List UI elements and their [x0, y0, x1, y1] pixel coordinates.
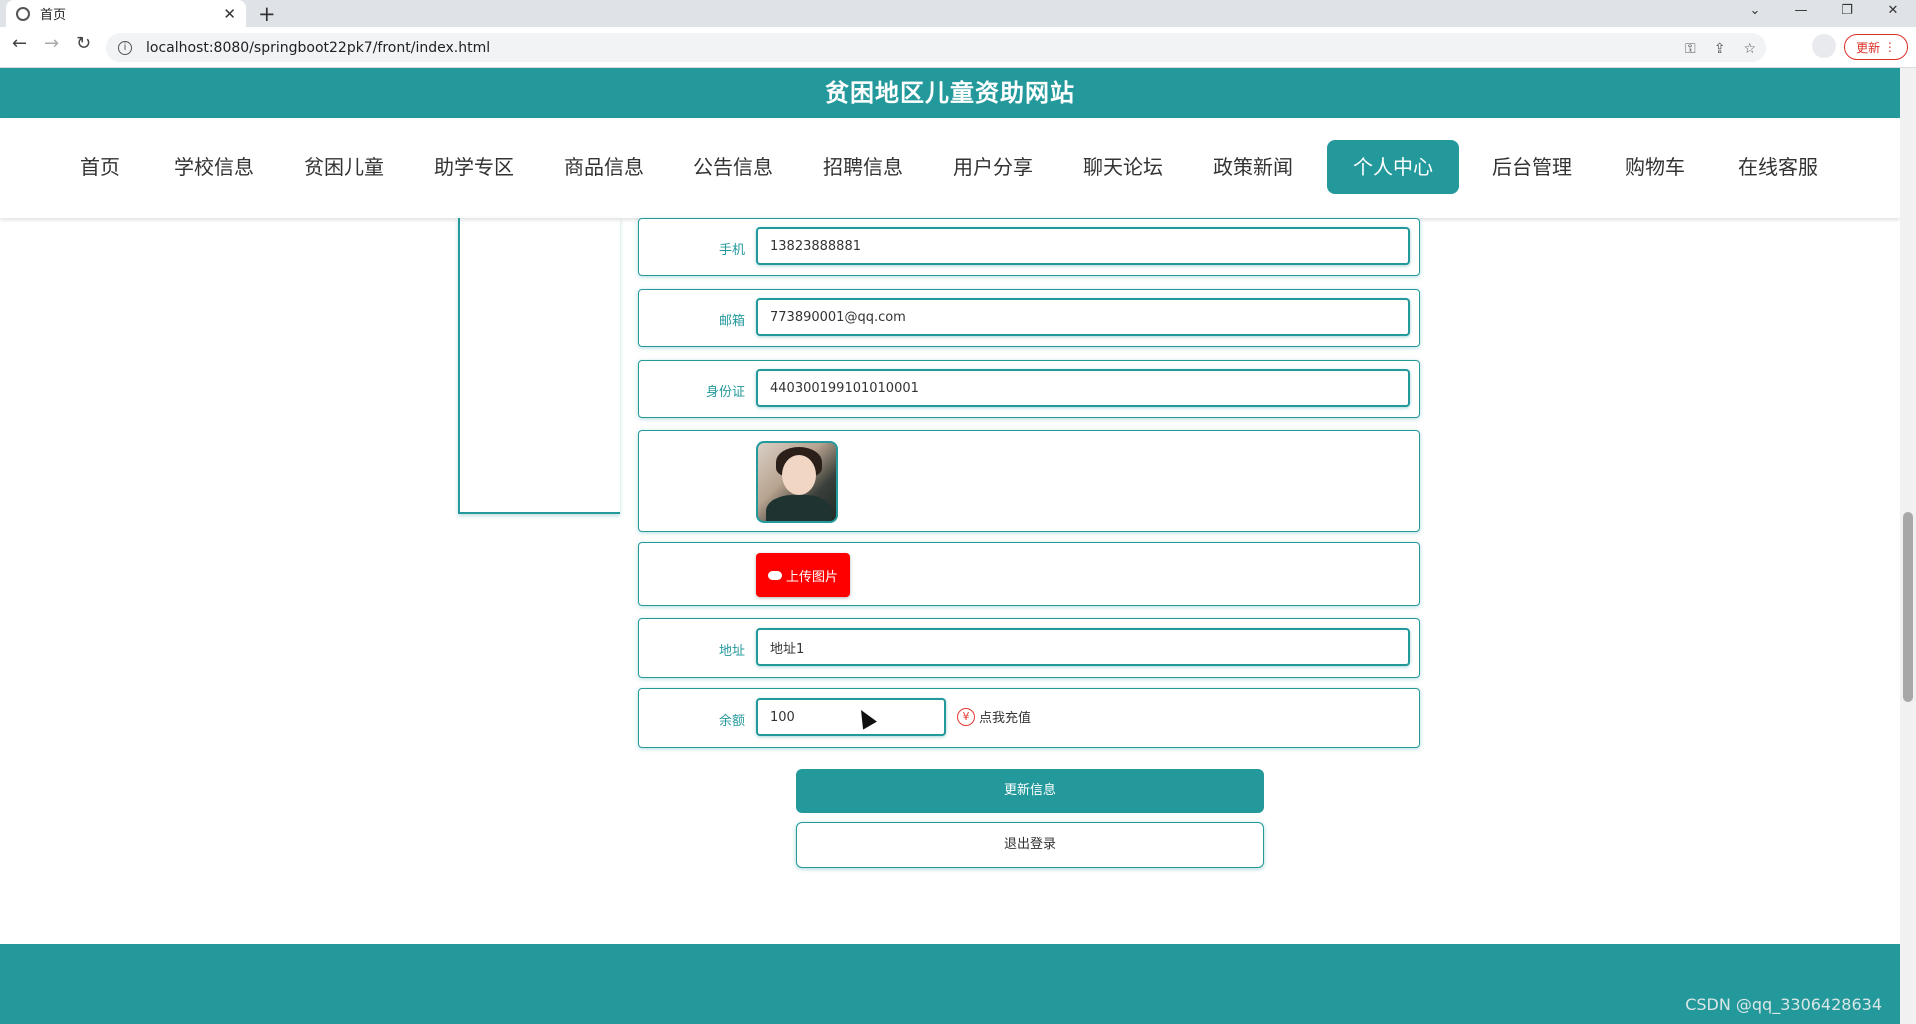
browser-update-button[interactable]: 更新 ⋮ — [1844, 34, 1908, 60]
idcard-label: 身份证 — [705, 385, 745, 400]
bookmark-star-icon[interactable]: ☆ — [1743, 41, 1756, 57]
window-controls: ⌄ — ❐ ✕ — [1732, 0, 1916, 27]
nav-item-goods[interactable]: 商品信息 — [554, 140, 654, 194]
side-menu-panel — [458, 218, 620, 514]
site-title: 贫困地区儿童资助网站 — [0, 68, 1900, 118]
address-bar[interactable]: i localhost:8080/springboot22pk7/front/i… — [106, 33, 1766, 62]
avatar-coat-shape — [766, 495, 832, 521]
nav-item-study-aid[interactable]: 助学专区 — [424, 140, 524, 194]
recharge-label: 点我充值 — [979, 711, 1032, 726]
browser-toolbar: ← → ↻ i localhost:8080/springboot22pk7/f… — [0, 27, 1916, 68]
close-tab-icon[interactable]: ✕ — [223, 5, 236, 23]
reload-icon[interactable]: ↻ — [76, 33, 91, 54]
yen-icon: ¥ — [957, 707, 975, 726]
key-icon[interactable]: ⚿ — [1685, 41, 1696, 57]
nav-item-personal-center[interactable]: 个人中心 — [1327, 140, 1459, 194]
email-row: 邮箱 773890001@qq.com — [638, 289, 1420, 347]
avatar-row — [638, 430, 1420, 532]
phone-row: 手机 13823888881 — [638, 218, 1420, 276]
site-info-icon[interactable]: i — [118, 40, 132, 55]
balance-row: 余额 100 ¥ 点我充值 — [638, 688, 1420, 748]
nav-item-cart[interactable]: 购物车 — [1612, 140, 1698, 194]
page-scrollbar[interactable] — [1900, 68, 1916, 1024]
restore-icon[interactable]: ❐ — [1824, 0, 1870, 27]
avatar-photo — [756, 441, 838, 523]
nav-item-jobs[interactable]: 招聘信息 — [813, 140, 913, 194]
idcard-row: 身份证 440300199101010001 — [638, 360, 1420, 418]
nav-item-school-info[interactable]: 学校信息 — [164, 140, 264, 194]
watermark: CSDN @qq_3306428634 — [1685, 995, 1882, 1014]
tab-search-icon[interactable]: ⌄ — [1732, 0, 1778, 27]
close-window-icon[interactable]: ✕ — [1870, 0, 1916, 27]
forward-icon[interactable]: → — [44, 33, 59, 54]
upload-image-label: 上传图片 — [785, 569, 838, 585]
tab-title: 首页 — [40, 8, 67, 23]
nav-item-notices[interactable]: 公告信息 — [683, 140, 783, 194]
address-field[interactable]: 地址1 — [756, 628, 1410, 666]
back-icon[interactable]: ← — [12, 33, 27, 54]
nav-item-user-share[interactable]: 用户分享 — [943, 140, 1043, 194]
nav-item-policy-news[interactable]: 政策新闻 — [1203, 140, 1303, 194]
email-label: 邮箱 — [718, 314, 745, 329]
phone-label: 手机 — [718, 243, 745, 258]
new-tab-button[interactable]: + — [258, 2, 276, 26]
recharge-link[interactable]: ¥ 点我充值 — [957, 707, 1031, 726]
address-label: 地址 — [718, 644, 745, 659]
logout-button[interactable]: 退出登录 — [796, 822, 1264, 868]
browser-tab[interactable]: 首页 ✕ — [6, 0, 246, 27]
nav-item-admin[interactable]: 后台管理 — [1482, 140, 1582, 194]
idcard-field[interactable]: 440300199101010001 — [756, 369, 1410, 407]
phone-field[interactable]: 13823888881 — [756, 227, 1410, 265]
site-footer: CSDN @qq_3306428634 — [0, 944, 1900, 1024]
nav-item-forum[interactable]: 聊天论坛 — [1073, 140, 1173, 194]
profile-avatar-icon[interactable] — [1812, 34, 1836, 58]
upload-image-button[interactable]: 上传图片 — [756, 553, 850, 597]
nav-item-online-service[interactable]: 在线客服 — [1728, 140, 1828, 194]
address-row: 地址 地址1 — [638, 618, 1420, 678]
email-field[interactable]: 773890001@qq.com — [756, 298, 1410, 336]
upload-row: 上传图片 — [638, 542, 1420, 606]
nav-item-poor-children[interactable]: 贫困儿童 — [294, 140, 394, 194]
globe-icon — [16, 6, 30, 21]
minimize-icon[interactable]: — — [1778, 0, 1824, 27]
cloud-upload-icon — [767, 570, 782, 580]
balance-field[interactable]: 100 — [756, 698, 946, 736]
browser-update-label: 更新 — [1856, 40, 1881, 55]
browser-tab-strip: 首页 ✕ + ⌄ — ❐ ✕ — [0, 0, 1916, 27]
address-bar-icons: ⚿ ⇪ ☆ — [1685, 41, 1766, 57]
avatar-face-shape — [782, 455, 816, 495]
update-info-button[interactable]: 更新信息 — [796, 769, 1264, 813]
share-icon[interactable]: ⇪ — [1714, 41, 1726, 57]
balance-label: 余额 — [718, 714, 745, 729]
url-text: localhost:8080/springboot22pk7/front/ind… — [146, 39, 491, 56]
scrollbar-thumb[interactable] — [1903, 512, 1913, 702]
nav-item-home[interactable]: 首页 — [62, 140, 138, 194]
main-nav: 首页 学校信息 贫困儿童 助学专区 商品信息 公告信息 招聘信息 用户分享 聊天… — [0, 118, 1900, 218]
